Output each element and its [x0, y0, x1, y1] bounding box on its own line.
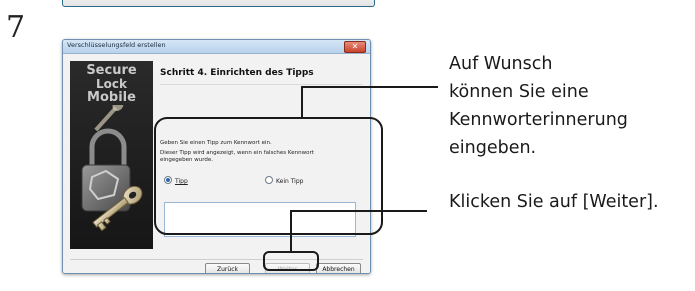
annotation-line-1: Auf Wunsch — [449, 54, 553, 74]
padlock-key-illustration — [81, 105, 143, 232]
brand-sidebar: Secure Lock Mobile — [70, 61, 153, 249]
callout-line-horizontal-2 — [290, 210, 427, 212]
brand-line-2: Lock — [96, 77, 127, 91]
callout-line-vertical-1 — [301, 86, 303, 118]
previous-window-edge — [62, 0, 375, 7]
click-next-annotation: Klicken Sie auf [Weiter]. — [449, 192, 659, 212]
title-bar[interactable]: Verschlüsselungsfeld erstellen ✕ — [63, 40, 370, 54]
step-heading: Schritt 4. Einrichten des Tipps — [160, 68, 314, 78]
hint-area-highlight — [154, 117, 383, 235]
back-button[interactable]: Zurück — [205, 263, 250, 273]
brand-line-1: Secure — [86, 63, 137, 78]
annotation-line-3: Kennworterinnerung — [449, 110, 628, 130]
callout-line-horizontal-1 — [301, 86, 438, 88]
cancel-button[interactable]: Abbrechen — [316, 263, 361, 273]
brand-line-3: Mobile — [87, 90, 136, 105]
dialog-title: Verschlüsselungsfeld erstellen — [67, 41, 166, 49]
step-number: 7 — [6, 10, 26, 45]
close-icon[interactable]: ✕ — [344, 41, 366, 53]
heading-divider — [160, 84, 362, 85]
footer-divider — [70, 259, 363, 260]
annotation-line-2: können Sie eine — [449, 82, 589, 102]
hint-annotation: Auf Wunsch können Sie eine Kennworterinn… — [449, 50, 628, 162]
annotation-line-4: eingeben. — [449, 138, 537, 158]
callout-line-vertical-2 — [290, 210, 292, 252]
next-button-highlight — [263, 251, 319, 271]
